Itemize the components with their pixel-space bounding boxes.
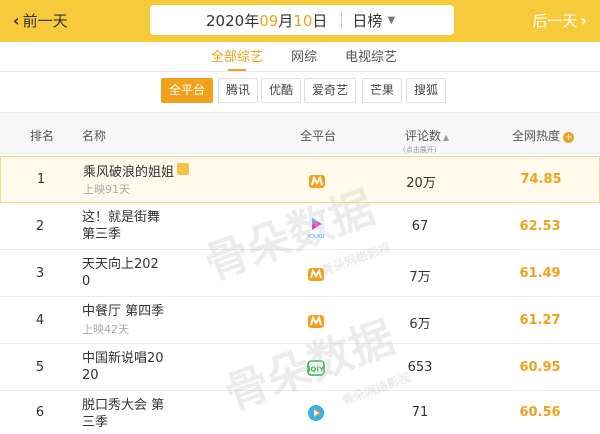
chevron-right-icon: › <box>580 11 587 30</box>
table-row[interactable]: 6 脱口秀大会 第 三季 71 60.56 <box>0 391 600 434</box>
comment-count: 20万 <box>406 176 436 191</box>
next-day-label: 后一天 <box>532 12 578 30</box>
chip-sohu[interactable]: 搜狐 <box>406 78 447 103</box>
table-row[interactable]: 5 中国新说唱20 20 iQIY 653 60.95 <box>0 344 600 391</box>
mango-tv-icon <box>308 315 324 328</box>
rank: 6 <box>35 405 45 420</box>
tencent-video-icon <box>308 405 324 421</box>
youku-icon: YOUKU <box>306 218 325 239</box>
chip-all-platforms[interactable]: 全平台 <box>161 78 214 103</box>
iqiyi-icon: iQIY <box>307 360 325 376</box>
category-tabs: 全部综艺 网综 电视综艺 <box>0 46 600 71</box>
chip-mango[interactable]: 芒果 <box>362 78 403 103</box>
svg-text:iQIY: iQIY <box>308 366 325 374</box>
comment-count: 653 <box>407 360 433 375</box>
heat-score: 61.27 <box>519 313 561 328</box>
comments-hint: (点击展开) <box>403 146 437 154</box>
next-day-button[interactable]: 后一天 › <box>532 10 590 31</box>
svg-text:YOUKU: YOUKU <box>306 234 325 239</box>
show-title[interactable]: 天天向上202 0 <box>82 256 202 290</box>
rank: 1 <box>36 172 46 187</box>
col-heat[interactable]: 全网热度 + <box>512 127 575 144</box>
divider <box>341 11 343 29</box>
rank: 3 <box>35 266 45 281</box>
prev-day-label: 前一天 <box>22 12 68 30</box>
heat-score: 60.95 <box>519 360 561 375</box>
tab-all-variety[interactable]: 全部综艺 <box>211 46 263 71</box>
col-rank: 排名 <box>30 129 55 143</box>
show-title[interactable]: 中国新说唱20 20 <box>82 350 202 384</box>
plus-icon: + <box>563 132 575 143</box>
heat-score: 60.56 <box>519 405 561 420</box>
comment-count: 7万 <box>409 270 431 285</box>
show-title[interactable]: 这！就是街舞 第三季 <box>82 209 202 243</box>
period-label: 日榜 <box>352 11 383 30</box>
chip-iqiyi[interactable]: 爱奇艺 <box>304 78 357 103</box>
show-title[interactable]: 乘风破浪的姐姐 <box>83 163 203 181</box>
table-row[interactable]: 4 中餐厅 第四季 上映42天 6万 61.27 <box>0 297 600 344</box>
rank: 5 <box>35 360 45 375</box>
chevron-left-icon: ‹ <box>13 11 20 30</box>
date-display: 2020年09月10日 <box>206 11 328 30</box>
col-platform: 全平台 <box>300 129 337 143</box>
chip-tencent[interactable]: 腾讯 <box>218 78 259 103</box>
release-days: 上映91天 <box>83 183 130 196</box>
period-dropdown[interactable]: 日榜 ▼ <box>352 10 395 31</box>
mango-tv-icon <box>308 268 324 281</box>
comment-count: 71 <box>411 405 429 420</box>
chip-youku[interactable]: 优酷 <box>261 78 302 103</box>
table-header: 排名 名称 全平台 评论数 ▲ (点击展开) 全网热度 + <box>0 112 600 154</box>
rank: 2 <box>35 219 45 234</box>
tabs-divider <box>0 71 600 72</box>
new-badge-icon <box>177 163 190 175</box>
col-name: 名称 <box>82 129 107 143</box>
heat-score: 61.49 <box>519 266 561 281</box>
release-days: 上映42天 <box>82 323 129 336</box>
comment-count: 6万 <box>409 317 431 332</box>
table-row[interactable]: 1 乘风破浪的姐姐 上映91天 20万 74.85 <box>0 156 600 203</box>
caret-down-icon: ▼ <box>387 14 396 26</box>
rank: 4 <box>35 313 45 328</box>
table-row[interactable]: 2 这！就是街舞 第三季 YOUKU 67 62.53 <box>0 203 600 250</box>
col-comments[interactable]: 评论数 ▲ <box>405 127 449 144</box>
date-selector[interactable]: 2020年09月10日 日榜 ▼ <box>150 5 454 35</box>
tab-web-variety[interactable]: 网综 <box>291 46 317 65</box>
show-title[interactable]: 中餐厅 第四季 <box>82 303 202 320</box>
show-title[interactable]: 脱口秀大会 第 三季 <box>82 397 202 431</box>
sort-icon: ▲ <box>443 133 450 142</box>
table-row[interactable]: 3 天天向上202 0 7万 61.49 <box>0 250 600 297</box>
comment-count: 67 <box>411 219 429 234</box>
mango-tv-icon <box>309 175 325 188</box>
prev-day-button[interactable]: ‹ 前一天 <box>10 10 68 31</box>
top-bar: ‹ 前一天 2020年09月10日 日榜 ▼ 后一天 › <box>0 0 600 42</box>
heat-score: 62.53 <box>519 219 561 234</box>
platform-filter: 全平台 腾讯 优酷 爱奇艺 芒果 搜狐 <box>0 78 600 106</box>
tab-tv-variety[interactable]: 电视综艺 <box>345 46 397 65</box>
heat-score: 74.85 <box>520 172 562 187</box>
